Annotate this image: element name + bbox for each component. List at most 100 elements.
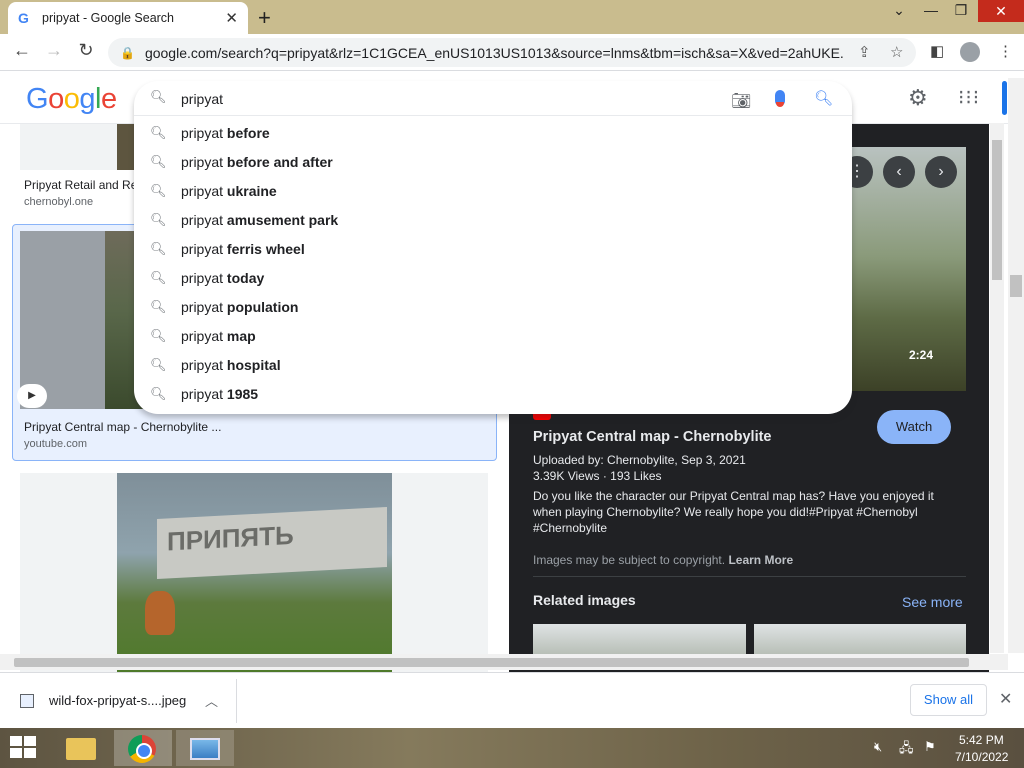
window-close-icon[interactable]: ✕ [978,0,1024,22]
suggestion-completion: 1985 [226,386,259,402]
horizontal-scrollbar-thumb[interactable] [14,658,969,667]
suggestion-prefix: pripyat [181,212,227,228]
suggestion-prefix: pripyat [181,183,227,199]
search-icon: 🔍︎ [150,270,167,285]
search-submit-icon[interactable]: 🔍︎ [814,89,833,107]
google-logo[interactable]: Google [26,83,117,116]
search-icon: 🔍︎ [150,357,167,372]
thumbnail-photo: ПРИПЯТЬ [117,473,392,672]
related-image[interactable] [754,624,966,654]
result-source[interactable]: youtube.com [24,438,87,450]
suggestion-item[interactable]: 🔍︎ pripyat hospital [134,351,852,380]
browser-tab[interactable]: G pripyat - Google Search ✕ [8,2,248,34]
suggestion-item[interactable]: 🔍︎ pripyat 1985 [134,380,852,409]
result-source[interactable]: chernobyl.one [24,196,93,208]
search-divider [134,115,852,116]
suggestion-text: pripyat today [181,270,264,286]
see-more-link[interactable]: See more [902,594,963,610]
action-center-flag-icon[interactable]: ⚑ [924,739,936,755]
panel-divider [533,576,966,577]
suggestion-item[interactable]: 🔍︎ pripyat population [134,293,852,322]
result-title[interactable]: Pripyat Retail and Re [24,178,137,192]
suggestion-text: pripyat ferris wheel [181,241,305,257]
suggestion-item[interactable]: 🔍︎ pripyat amusement park [134,206,852,235]
network-icon[interactable]: 🖧 [899,739,914,761]
menu-kebab-icon[interactable]: ⋮ [998,42,1013,60]
bookmark-star-icon[interactable]: ☆ [890,43,903,61]
suggestion-prefix: pripyat [181,125,227,141]
search-box[interactable]: 🔍︎ pripyat 📷︎ 🔍︎ 🔍︎ pripyat before 🔍︎ pripy… [134,81,852,414]
microphone-icon[interactable] [775,90,785,107]
results-scrollbar-thumb[interactable] [992,140,1002,280]
suggestion-item[interactable]: 🔍︎ pripyat before and after [134,148,852,177]
related-images-heading: Related images [533,592,636,608]
suggestion-prefix: pripyat [181,357,227,373]
suggestion-prefix: pripyat [181,299,227,315]
new-tab-icon[interactable]: + [258,5,271,31]
related-image[interactable] [533,624,746,654]
suggestion-completion: population [226,299,299,315]
result-thumbnail[interactable] [20,124,145,170]
copyright-notice: Images may be subject to copyright. Lear… [533,553,793,567]
camera-icon[interactable]: 📷︎ [731,91,751,111]
logo-letter: o [48,83,64,115]
next-icon[interactable]: › [925,156,957,188]
suggestion-item[interactable]: 🔍︎ pripyat ukraine [134,177,852,206]
clock-time[interactable]: 5:42 PM [959,733,1004,747]
taskbar: 🔇︎ 🖧 ⚑ [0,728,1024,768]
chrome-icon[interactable] [114,730,172,766]
suggestion-item[interactable]: 🔍︎ pripyat before [134,119,852,148]
suggestion-text: pripyat amusement park [181,212,338,228]
suggestion-completion: today [226,270,265,286]
chevron-up-icon[interactable]: ︿ [205,691,218,710]
tab-search-chevron-icon[interactable]: ⌄ [884,2,914,19]
settings-gear-icon[interactable]: ⚙ [908,85,928,111]
screen: G pripyat - Google Search ✕ + ⌄ — ❐ ✕ ← … [0,0,1024,768]
tab-close-icon[interactable]: ✕ [225,9,238,27]
preview-title[interactable]: Pripyat Central map - Chernobylite [533,429,772,445]
page-scrollbar-thumb[interactable] [1010,275,1022,297]
page-scrollbar[interactable] [1008,78,1024,653]
search-input[interactable]: pripyat [181,91,223,107]
search-icon: 🔍︎ [150,241,167,256]
result-thumbnail[interactable]: ПРИПЯТЬ [20,473,488,672]
share-icon[interactable]: ⇪ [858,43,871,61]
upload-info: Uploaded by: Chernobylite, Sep 3, 2021 [533,453,746,467]
logo-letter: g [79,83,95,115]
lock-icon[interactable]: 🔒 [120,46,135,60]
result-title[interactable]: Pripyat Central map - Chernobylite ... [24,420,221,434]
photos-app-icon[interactable] [176,730,234,766]
tab-title: pripyat - Google Search [42,11,175,25]
volume-muted-icon[interactable]: 🔇︎ [874,739,882,755]
learn-more-link[interactable]: Learn More [728,553,793,567]
windows-start-icon[interactable] [10,736,38,760]
suggestion-item[interactable]: 🔍︎ pripyat today [134,264,852,293]
clock-date[interactable]: 7/10/2022 [955,750,1008,764]
show-all-button[interactable]: Show all [910,684,987,716]
suggestion-completion: before and after [226,154,333,170]
reload-icon[interactable]: ↻ [74,40,98,61]
download-filename[interactable]: wild-fox-pripyat-s....jpeg [49,693,186,708]
previous-icon[interactable]: ‹ [883,156,915,188]
url-text[interactable]: google.com/search?q=pripyat&rlz=1C1GCEA_… [145,45,845,61]
suggestion-item[interactable]: 🔍︎ pripyat map [134,322,852,351]
watch-button[interactable]: Watch [877,410,951,444]
copyright-text: Images may be subject to copyright. [533,553,726,567]
video-description: Do you like the character our Pripyat Ce… [533,489,934,535]
minimize-icon[interactable]: — [916,2,946,18]
video-stats: 3.39K Views · 193 Likes [533,469,662,483]
address-bar[interactable]: 🔒 google.com/search?q=pripyat&rlz=1C1GCE… [108,38,916,67]
play-icon[interactable]: ▶ [17,384,47,408]
back-icon[interactable]: ← [10,40,34,61]
close-icon[interactable]: ✕ [999,689,1012,709]
file-explorer-icon[interactable] [52,730,110,766]
image-file-icon [20,694,34,708]
apps-grid-icon[interactable]: ⁝⁝⁝ [958,85,980,110]
profile-avatar[interactable] [960,42,980,62]
forward-icon[interactable]: → [42,40,66,61]
restore-icon[interactable]: ❐ [946,2,976,19]
side-panel-icon[interactable]: ◧ [930,42,944,60]
suggestion-text: pripyat before and after [181,154,333,170]
suggestion-item[interactable]: 🔍︎ pripyat ferris wheel [134,235,852,264]
suggestion-completion: hospital [226,357,281,373]
